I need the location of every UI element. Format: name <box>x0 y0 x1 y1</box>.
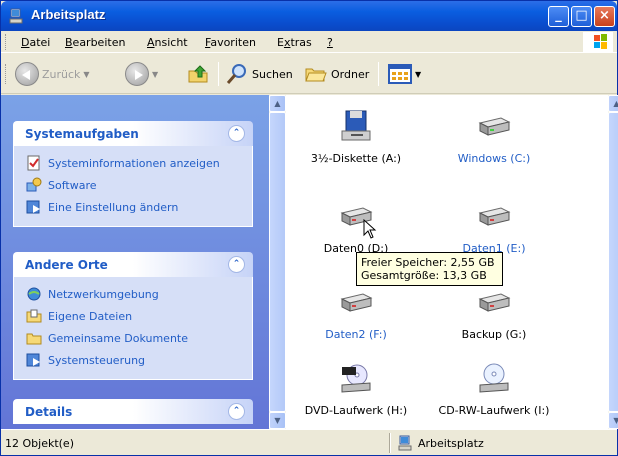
system-info-icon <box>27 155 40 171</box>
scroll-down-arrow-icon[interactable]: ▼ <box>269 412 286 429</box>
details-header[interactable]: Details ⌃ <box>13 399 253 424</box>
collapse-chevron-icon[interactable]: ⌃ <box>228 403 245 420</box>
other-places-body: Netzwerkumgebung Eigene Dateien Gemeinsa… <box>13 277 253 380</box>
back-button[interactable]: Zurück ▼ <box>15 60 90 88</box>
control-panel-icon <box>26 200 40 214</box>
place-control-panel[interactable]: Systemsteuerung <box>26 349 242 371</box>
drive-f[interactable]: Daten2 (F:) <box>286 285 426 341</box>
drive-c[interactable]: Windows (C:) <box>424 109 564 165</box>
folders-button[interactable]: Ordner <box>304 60 369 88</box>
system-tasks-box: Systemaufgaben ⌃ Systeminformationen anz… <box>13 121 253 227</box>
task-software[interactable]: Software <box>26 174 242 196</box>
my-documents-icon <box>26 309 42 323</box>
title-bar[interactable]: Arbeitsplatz _ □ × <box>1 1 617 31</box>
task-system-info[interactable]: Systeminformationen anzeigen <box>26 152 242 174</box>
software-icon <box>26 177 42 192</box>
toolbar: Zurück ▼ ▼ Suchen Ordner ▼ <box>1 54 617 94</box>
search-button[interactable]: Suchen <box>225 60 293 88</box>
windows-logo-icon <box>583 32 613 52</box>
scroll-thumb[interactable] <box>269 112 286 412</box>
object-count: 12 Objekt(e) <box>5 437 74 450</box>
menu-bar: Datei Bearbeiten Ansicht Favoriten Extra… <box>1 31 617 53</box>
explorer-window: Arbeitsplatz _ □ × Datei Bearbeiten Ansi… <box>0 0 618 456</box>
drive-e[interactable]: Daten1 (E:) <box>424 199 564 255</box>
system-tasks-body: Systeminformationen anzeigen Software Ei… <box>13 146 253 227</box>
status-bar: 12 Objekt(e) Arbeitsplatz <box>1 429 617 455</box>
status-divider <box>389 433 391 453</box>
menu-help[interactable]: ? <box>327 36 333 49</box>
hard-drive-icon <box>478 117 511 136</box>
scroll-up-arrow-icon[interactable]: ▲ <box>608 95 618 112</box>
folders-icon <box>305 68 327 82</box>
collapse-chevron-icon[interactable]: ⌃ <box>228 125 245 142</box>
scroll-up-arrow-icon[interactable]: ▲ <box>269 95 286 112</box>
menu-grip <box>5 34 8 50</box>
drive-h[interactable]: DVD-Laufwerk (H:) <box>286 361 426 417</box>
back-dropdown-icon[interactable]: ▼ <box>83 70 89 79</box>
task-pane-scrollbar[interactable]: ▲ ▼ <box>269 95 286 429</box>
menu-extras[interactable]: Extras <box>277 36 312 49</box>
place-network[interactable]: Netzwerkumgebung <box>26 283 242 305</box>
menu-ansicht[interactable]: Ansicht <box>147 36 188 49</box>
views-icon <box>388 64 412 84</box>
up-folder-icon <box>188 65 208 83</box>
close-button[interactable]: × <box>594 6 615 27</box>
search-icon <box>226 64 246 84</box>
menu-datei[interactable]: Datei <box>21 36 50 49</box>
cd-drive-icon <box>479 363 509 393</box>
forward-dropdown-icon[interactable]: ▼ <box>152 70 158 79</box>
hard-drive-icon <box>478 207 511 226</box>
scroll-down-arrow-icon[interactable]: ▼ <box>608 412 618 429</box>
hard-drive-icon <box>478 293 511 312</box>
task-pane: Systemaufgaben ⌃ Systeminformationen anz… <box>1 95 269 429</box>
control-panel-icon <box>26 353 40 367</box>
menu-bearbeiten[interactable]: Bearbeiten <box>65 36 125 49</box>
dvd-drive-icon <box>341 364 371 393</box>
other-places-box: Andere Orte ⌃ Netzwerkumgebung Eigene Da… <box>13 252 253 380</box>
scroll-thumb[interactable] <box>608 112 618 412</box>
details-box: Details ⌃ <box>13 399 253 424</box>
my-computer-icon <box>398 435 412 451</box>
hard-drive-icon <box>340 293 373 312</box>
toolbar-grip <box>5 64 8 84</box>
drive-i[interactable]: CD-RW-Laufwerk (I:) <box>424 361 564 417</box>
status-location: Arbeitsplatz <box>398 435 484 451</box>
toolbar-separator <box>378 62 379 86</box>
place-my-documents[interactable]: Eigene Dateien <box>26 305 242 327</box>
maximize-button[interactable]: □ <box>571 6 592 27</box>
drive-tooltip: Freier Speicher: 2,55 GB Gesamtgröße: 13… <box>356 252 503 286</box>
system-tasks-header[interactable]: Systemaufgaben ⌃ <box>13 121 253 146</box>
content-scrollbar[interactable]: ▲ ▼ <box>608 95 618 429</box>
network-icon <box>27 287 41 301</box>
shared-folder-icon <box>26 333 42 345</box>
forward-button[interactable]: ▼ <box>125 60 158 88</box>
window-title: Arbeitsplatz <box>31 7 106 22</box>
up-folder-button[interactable] <box>186 60 210 88</box>
my-computer-icon <box>9 8 23 24</box>
drive-g[interactable]: Backup (G:) <box>424 285 564 341</box>
views-dropdown-icon[interactable]: ▼ <box>415 70 421 79</box>
toolbar-separator <box>218 62 219 86</box>
floppy-drive-icon <box>341 110 371 141</box>
views-button[interactable]: ▼ <box>388 60 421 88</box>
menu-favoriten[interactable]: Favoriten <box>205 36 256 49</box>
place-shared-documents[interactable]: Gemeinsame Dokumente <box>26 327 242 349</box>
forward-arrow-icon <box>125 62 149 86</box>
drive-d[interactable]: Daten0 (D:) <box>286 199 426 255</box>
collapse-chevron-icon[interactable]: ⌃ <box>228 256 245 273</box>
other-places-header[interactable]: Andere Orte ⌃ <box>13 252 253 277</box>
task-change-setting[interactable]: Eine Einstellung ändern <box>26 196 242 218</box>
minimize-button[interactable]: _ <box>548 6 569 27</box>
drive-a[interactable]: 3½-Diskette (A:) <box>286 109 426 165</box>
mouse-cursor-icon <box>363 219 377 239</box>
back-arrow-icon <box>15 62 39 86</box>
